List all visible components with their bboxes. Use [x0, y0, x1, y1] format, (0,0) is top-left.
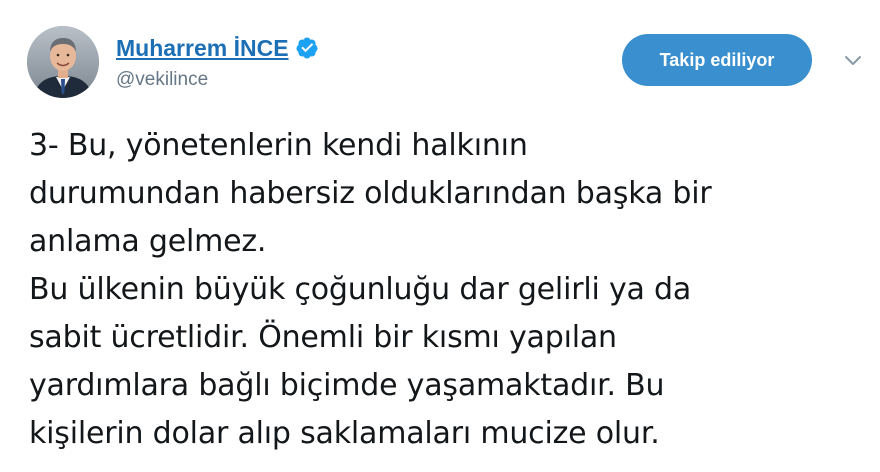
avatar[interactable]	[27, 26, 99, 98]
author-handle[interactable]: @vekilince	[116, 69, 208, 91]
chevron-down-icon[interactable]	[843, 52, 863, 68]
tweet-card: Muharrem İNCE @vekilince Takip ediliyor …	[0, 0, 880, 472]
tweet-text-line: anlama gelmez.	[29, 224, 267, 259]
following-button[interactable]: Takip ediliyor	[622, 34, 812, 86]
tweet-text: 3- Bu, yönetenlerin kendi halkının durum…	[29, 122, 869, 458]
tweet-text-line: 3- Bu, yönetenlerin kendi halkının	[29, 128, 528, 163]
tweet-text-line: yardımlara bağlı biçimde yaşamaktadır. B…	[29, 368, 665, 403]
tweet-text-line: kişilerin dolar alıp saklamaları mucize …	[29, 416, 660, 451]
author-name-row: Muharrem İNCE	[116, 33, 319, 63]
tweet-text-line: durumundan habersiz olduklarından başka …	[29, 176, 712, 211]
profile-photo-icon	[27, 26, 99, 98]
tweet-text-line: sabit ücretlidir. Önemli bir kısmı yapıl…	[29, 320, 617, 355]
author-display-name[interactable]: Muharrem İNCE	[116, 35, 289, 62]
tweet-text-line: Bu ülkenin büyük çoğunluğu dar gelirli y…	[29, 272, 692, 307]
verified-badge-icon	[296, 37, 318, 59]
